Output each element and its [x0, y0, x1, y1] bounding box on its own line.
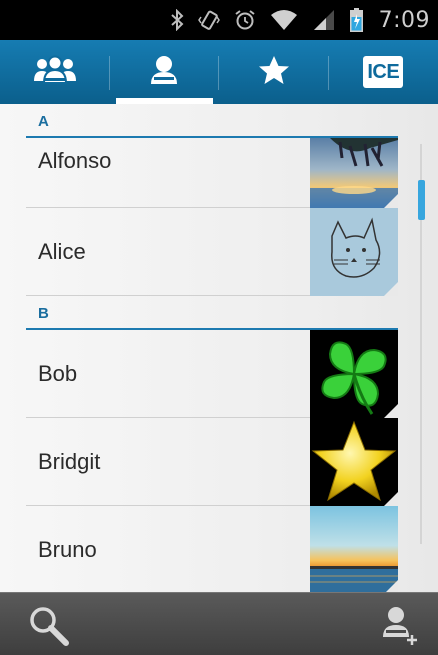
groups-icon	[33, 55, 77, 90]
tab-ice[interactable]: ICE	[329, 40, 438, 104]
bluetooth-icon	[170, 9, 184, 31]
contact-name: Bob	[38, 360, 78, 386]
photo-corner	[384, 282, 398, 296]
contact-name: Alfonso	[38, 148, 112, 173]
tab-favorites[interactable]	[219, 40, 329, 104]
contact-name: Bridgit	[38, 448, 101, 474]
contact-list[interactable]: A Alfonso Alice B Bob Bridgit Bruno	[0, 104, 438, 592]
section-letter: A	[38, 113, 49, 130]
contact-photo-bridgit	[310, 418, 398, 506]
contact-photo-alice	[310, 208, 398, 296]
contact-row-bruno[interactable]: Bruno	[26, 506, 398, 592]
photo-corner	[384, 580, 398, 592]
contact-name: Alice	[38, 238, 86, 264]
signal-icon	[312, 9, 336, 31]
section-header-b: B	[26, 296, 398, 330]
person-icon	[149, 55, 179, 90]
section-letter: B	[38, 305, 49, 322]
add-contact-button[interactable]	[376, 603, 422, 649]
vibrate-icon	[197, 9, 220, 31]
battery-icon	[349, 8, 363, 32]
tab-bar: ICE	[0, 40, 438, 104]
wifi-icon	[270, 9, 298, 31]
section-header-a: A	[26, 104, 398, 138]
add-contact-icon	[376, 607, 422, 653]
contact-photo-bruno	[310, 506, 398, 592]
alarm-icon	[234, 9, 256, 31]
ice-badge: ICE	[363, 56, 404, 88]
photo-corner	[384, 194, 398, 208]
tab-contacts[interactable]	[110, 40, 219, 104]
search-button[interactable]	[26, 603, 72, 649]
photo-corner	[384, 404, 398, 418]
status-time: 7:09	[378, 7, 430, 33]
search-icon	[26, 607, 72, 653]
contact-photo-alfonso	[310, 138, 398, 208]
contact-row-bob[interactable]: Bob	[26, 330, 398, 418]
contact-row-alice[interactable]: Alice	[26, 208, 398, 296]
star-icon	[258, 55, 290, 90]
contact-row-bridgit[interactable]: Bridgit	[26, 418, 398, 506]
scrollbar-thumb[interactable]	[418, 180, 425, 220]
contact-row-alfonso[interactable]: Alfonso	[26, 138, 398, 208]
bottom-action-bar	[0, 592, 438, 655]
contact-name: Bruno	[38, 536, 97, 562]
tab-groups[interactable]	[0, 40, 110, 104]
photo-corner	[384, 492, 398, 506]
status-bar: 7:09	[0, 0, 438, 40]
contact-photo-bob	[310, 330, 398, 418]
